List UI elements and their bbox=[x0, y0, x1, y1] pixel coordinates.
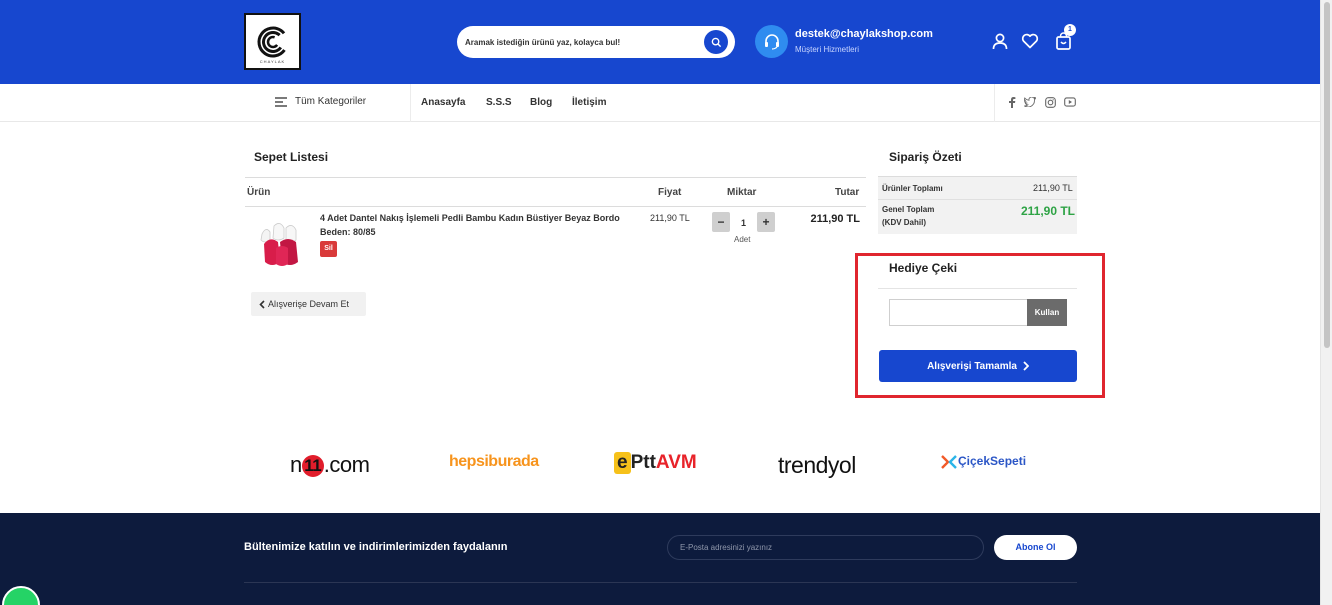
products-total-value: 211,90 TL bbox=[1033, 183, 1073, 193]
scrollbar-thumb[interactable] bbox=[1324, 2, 1330, 348]
newsletter-email-input[interactable] bbox=[667, 535, 984, 560]
pttavm-text-ptt: Ptt bbox=[630, 452, 656, 473]
delete-item-button[interactable]: Sil bbox=[320, 241, 337, 257]
top-header: CHAYLAK destek@chaylakshop.com Müşteri H… bbox=[0, 0, 1320, 84]
support-email[interactable]: destek@chaylakshop.com bbox=[795, 28, 933, 40]
complete-order-button[interactable]: Alışverişi Tamamla bbox=[879, 350, 1077, 382]
flower-icon bbox=[941, 455, 957, 469]
search-button[interactable] bbox=[704, 30, 728, 54]
nav-link-contact[interactable]: İletişim bbox=[572, 97, 606, 108]
twitter-icon[interactable] bbox=[1024, 96, 1036, 108]
quantity-unit: Adet bbox=[734, 235, 751, 244]
summary-row-divider bbox=[878, 199, 1077, 200]
col-total: Tutar bbox=[835, 187, 860, 198]
youtube-icon[interactable] bbox=[1064, 96, 1076, 108]
product-image[interactable] bbox=[256, 218, 306, 270]
quantity-field[interactable]: 1 bbox=[730, 213, 757, 233]
support-label: Müşteri Hizmetleri bbox=[795, 45, 860, 54]
footer bbox=[0, 513, 1320, 605]
search-icon bbox=[711, 37, 721, 47]
support-headset-icon bbox=[755, 25, 788, 58]
gift-card-divider bbox=[878, 288, 1077, 289]
menu-icon bbox=[275, 96, 287, 107]
continue-shopping-button[interactable]: Alışverişe Devam Et bbox=[251, 292, 366, 316]
order-summary-title: Sipariş Özeti bbox=[889, 150, 962, 164]
gift-card-input[interactable] bbox=[889, 299, 1027, 326]
cart-list-title: Sepet Listesi bbox=[254, 150, 329, 164]
cart-count-badge: 1 bbox=[1064, 24, 1076, 36]
nav-divider bbox=[994, 84, 995, 122]
product-name[interactable]: 4 Adet Dantel Nakış İşlemeli Pedli Bambu… bbox=[320, 213, 640, 223]
cart-header-bottom-line bbox=[245, 206, 866, 207]
account-icon[interactable] bbox=[991, 32, 1009, 50]
nav-link-home[interactable]: Anasayfa bbox=[421, 97, 465, 108]
facebook-icon[interactable] bbox=[1006, 96, 1018, 108]
logo-c-icon bbox=[257, 26, 288, 57]
quantity-decrease-button[interactable]: − bbox=[712, 212, 730, 232]
grand-total-value: 211,90 TL bbox=[1020, 204, 1075, 218]
chevron-left-icon bbox=[259, 299, 265, 309]
pttavm-text-e: e bbox=[614, 452, 631, 474]
pttavm-text-avm: AVM bbox=[655, 452, 697, 473]
grand-total-label: Genel Toplam bbox=[882, 205, 935, 214]
trendyol-logo[interactable]: trendyol bbox=[778, 452, 856, 479]
page-scrollbar[interactable] bbox=[1320, 0, 1332, 605]
products-total-label: Ürünler Toplamı bbox=[882, 184, 943, 193]
all-categories-button[interactable]: Tüm Kategoriler bbox=[275, 96, 366, 107]
item-price: 211,90 TL bbox=[650, 213, 690, 223]
n11-logo[interactable]: n 11 .com bbox=[290, 452, 370, 478]
col-quantity: Miktar bbox=[727, 187, 757, 198]
n11-text-11: 11 bbox=[301, 455, 324, 478]
ciceksepeti-logo[interactable]: ÇiçekSepeti bbox=[940, 454, 1026, 470]
newsletter-text: Bültenimize katılın ve indirimlerimizden… bbox=[244, 541, 508, 553]
chevron-right-icon bbox=[1023, 361, 1029, 371]
col-product: Ürün bbox=[247, 187, 271, 198]
instagram-icon[interactable] bbox=[1044, 96, 1056, 108]
main-nav: Tüm Kategoriler Anasayfa S.S.S Blog İlet… bbox=[0, 84, 1320, 122]
search-bar bbox=[457, 26, 735, 58]
pttavm-logo[interactable]: e PttAVM bbox=[614, 452, 697, 474]
product-size: Beden: 80/85 bbox=[320, 227, 376, 237]
nav-link-faq[interactable]: S.S.S bbox=[486, 97, 512, 108]
search-input[interactable] bbox=[465, 26, 695, 58]
hepsiburada-logo[interactable]: hepsiburada bbox=[449, 453, 539, 471]
ciceksepeti-text: ÇiçekSepeti bbox=[958, 454, 1027, 469]
gift-card-title: Hediye Çeki bbox=[889, 261, 958, 275]
cart-header-top-line bbox=[245, 177, 866, 178]
nav-link-blog[interactable]: Blog bbox=[530, 97, 552, 108]
logo-subtext: CHAYLAK bbox=[259, 59, 286, 64]
apply-gift-card-button[interactable]: Kullan bbox=[1027, 299, 1067, 326]
continue-shopping-label: Alışverişe Devam Et bbox=[268, 299, 350, 309]
subscribe-button[interactable]: Abone Ol bbox=[994, 535, 1077, 560]
col-price: Fiyat bbox=[658, 187, 682, 198]
quantity-increase-button[interactable]: + bbox=[757, 212, 775, 232]
n11-text-n: n bbox=[290, 452, 302, 477]
n11-text-com: .com bbox=[323, 452, 370, 477]
all-categories-label: Tüm Kategoriler bbox=[295, 96, 367, 107]
item-total: 211,90 TL bbox=[810, 213, 860, 225]
favorites-heart-icon[interactable] bbox=[1021, 32, 1039, 50]
nav-divider bbox=[410, 84, 411, 122]
footer-divider bbox=[244, 582, 1077, 583]
complete-order-label: Alışverişi Tamamla bbox=[927, 360, 1017, 372]
store-logo[interactable]: CHAYLAK bbox=[244, 13, 301, 70]
grand-total-vat-label: (KDV Dahil) bbox=[882, 218, 926, 227]
